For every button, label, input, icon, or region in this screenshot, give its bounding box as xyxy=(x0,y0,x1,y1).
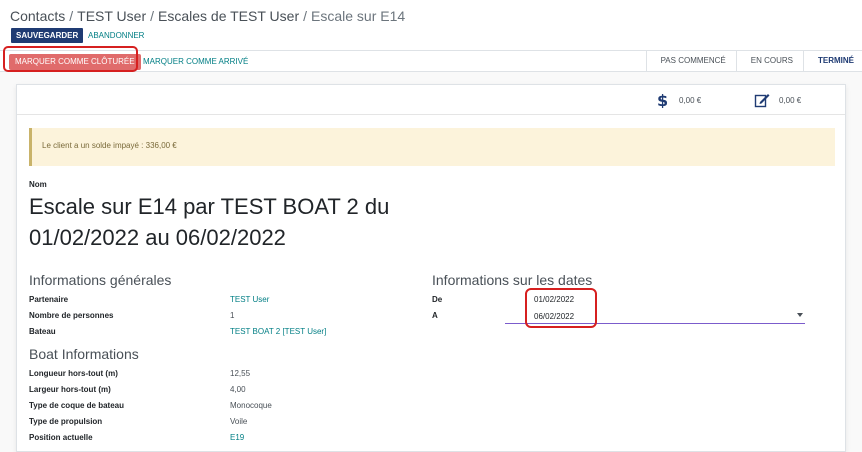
alert-text: Le client a un solde impayé : 336,00 € xyxy=(42,141,177,150)
breadcrumb-current: Escale sur E14 xyxy=(311,8,406,24)
dollar-icon: $ xyxy=(653,91,671,109)
record-title[interactable]: Escale sur E14 par TEST BOAT 2 du 01/02/… xyxy=(29,191,419,253)
length-label: Longueur hors-tout (m) xyxy=(29,369,118,378)
highlight-dates xyxy=(525,288,597,328)
stat-value: 0,00 € xyxy=(679,95,702,105)
width-label: Largeur hors-tout (m) xyxy=(29,385,111,394)
stage-in-progress[interactable]: EN COURS xyxy=(735,51,803,71)
hull-type-label: Type de coque de bateau xyxy=(29,401,124,410)
persons-label: Nombre de personnes xyxy=(29,311,114,320)
general-info-title: Informations générales xyxy=(29,272,172,288)
breadcrumb-separator: / xyxy=(150,8,155,24)
date-to-label: A xyxy=(432,311,438,320)
partner-value[interactable]: TEST User xyxy=(230,295,269,304)
boat-label: Bateau xyxy=(29,327,56,336)
breadcrumb-separator: / xyxy=(69,8,74,24)
boat-info-title: Boat Informations xyxy=(29,346,139,362)
stage-done[interactable]: TERMINÉ xyxy=(803,51,862,71)
propulsion-value[interactable]: Voile xyxy=(230,417,247,426)
partner-label: Partenaire xyxy=(29,295,69,304)
stage-not-started[interactable]: PAS COMMENCÉ xyxy=(645,51,736,71)
dates-info-title: Informations sur les dates xyxy=(432,272,593,288)
form-sheet: $ 0,00 € 0,00 € Le client a un solde imp… xyxy=(16,84,846,452)
button-box: $ 0,00 € 0,00 € xyxy=(17,85,845,115)
edit-icon xyxy=(753,91,771,109)
chevron-down-icon[interactable] xyxy=(797,313,803,317)
stat-button-payments[interactable]: $ 0,00 € xyxy=(653,89,701,111)
position-value[interactable]: E19 xyxy=(230,433,244,442)
highlight-close-button xyxy=(3,46,138,72)
control-panel: Contacts / TEST User / Escales de TEST User /… xyxy=(0,0,862,50)
breadcrumb-contacts[interactable]: Contacts xyxy=(10,8,65,24)
persons-value[interactable]: 1 xyxy=(230,311,234,320)
mark-arrived-button[interactable]: MARQUER COMME ARRIVÉ xyxy=(143,54,248,70)
position-label: Position actuelle xyxy=(29,433,93,442)
propulsion-label: Type de propulsion xyxy=(29,417,103,426)
date-from-label: De xyxy=(432,295,443,304)
breadcrumb-escales[interactable]: Escales de TEST User xyxy=(158,8,299,24)
stat-button-invoices[interactable]: 0,00 € xyxy=(753,89,801,111)
name-label: Nom xyxy=(29,180,47,189)
breadcrumb-separator: / xyxy=(303,8,307,24)
stage-pipeline: PAS COMMENCÉ EN COURS TERMINÉ xyxy=(645,51,862,71)
breadcrumb: Contacts / TEST User / Escales de TEST User /… xyxy=(10,8,405,24)
svg-text:$: $ xyxy=(657,92,668,108)
save-button[interactable]: SAUVEGARDER xyxy=(11,28,84,43)
length-value[interactable]: 12,55 xyxy=(230,369,250,378)
unpaid-balance-alert: Le client a un solde impayé : 336,00 € xyxy=(29,128,835,166)
width-value[interactable]: 4,00 xyxy=(230,385,246,394)
breadcrumb-test-user[interactable]: TEST User xyxy=(77,8,146,24)
hull-type-value[interactable]: Monocoque xyxy=(230,401,272,410)
stat-value: 0,00 € xyxy=(779,95,802,105)
discard-button[interactable]: ABANDONNER xyxy=(88,28,144,43)
boat-value[interactable]: TEST BOAT 2 [TEST User] xyxy=(230,327,326,336)
